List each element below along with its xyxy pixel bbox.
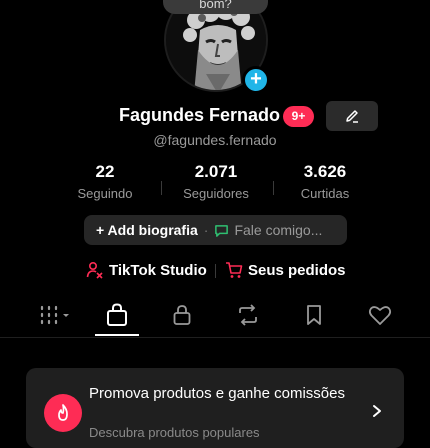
promo-subtitle: Descubra produtos populares (89, 425, 260, 440)
orders-label: Seus pedidos (248, 261, 346, 279)
bio-separator: · (203, 222, 209, 238)
grid-filter-icon (40, 305, 69, 325)
stat-label: Seguindo (77, 186, 133, 201)
stat-label: Curtidas (300, 186, 350, 201)
display-name: Fagundes Fernado (119, 105, 281, 125)
status-bubble[interactable]: bom? (163, 0, 268, 14)
stat-value: 3.626 (303, 162, 347, 181)
links-divider (215, 264, 216, 278)
shopping-bag-icon (107, 303, 127, 326)
username: @fagundes.fernado (153, 132, 277, 148)
lock-icon (173, 305, 191, 325)
tab-saved[interactable] (294, 302, 334, 328)
promo-icon (44, 394, 82, 432)
pencil-icon (346, 110, 358, 123)
orders-link[interactable]: Seus pedidos (225, 261, 346, 279)
notification-badge[interactable]: 9+ (283, 106, 314, 127)
tabs-divider (0, 337, 430, 338)
edit-profile-button[interactable] (326, 101, 378, 131)
tiktok-studio-label: TikTok Studio (109, 261, 207, 279)
tab-shop[interactable] (97, 302, 137, 328)
stat-likes[interactable]: 3.626 Curtidas (270, 162, 380, 201)
stat-label: Seguidores (183, 186, 249, 201)
user-settings-icon (86, 261, 103, 279)
heart-icon (368, 306, 392, 325)
tab-reposts[interactable] (228, 302, 268, 328)
repost-icon (239, 304, 257, 326)
promo-title: Promova produtos e ganhe comissões (89, 385, 345, 402)
bio-pill: + Add biografia · Fale comigo... (84, 215, 347, 245)
chevron-right-icon (373, 405, 381, 417)
stat-followers[interactable]: 2.071 Seguidores (161, 162, 271, 201)
tab-private[interactable] (162, 302, 202, 328)
message-button[interactable]: Fale comigo... (234, 222, 322, 238)
tab-liked[interactable] (360, 302, 400, 328)
stat-value: 22 (95, 162, 115, 181)
promo-card[interactable]: Promova produtos e ganhe comissões Descu… (26, 368, 404, 448)
tab-videos[interactable] (34, 302, 74, 328)
add-story-button[interactable]: + (242, 66, 270, 94)
stat-following[interactable]: 22 Seguindo (50, 162, 160, 201)
tiktok-studio-link[interactable]: TikTok Studio (86, 261, 207, 279)
bookmark-icon (307, 305, 321, 325)
add-bio-button[interactable]: + Add biografia (96, 222, 198, 238)
cart-icon (226, 262, 243, 278)
flame-icon (58, 404, 68, 421)
active-tab-indicator (95, 334, 139, 336)
message-icon (215, 224, 229, 237)
stat-value: 2.071 (194, 162, 238, 181)
